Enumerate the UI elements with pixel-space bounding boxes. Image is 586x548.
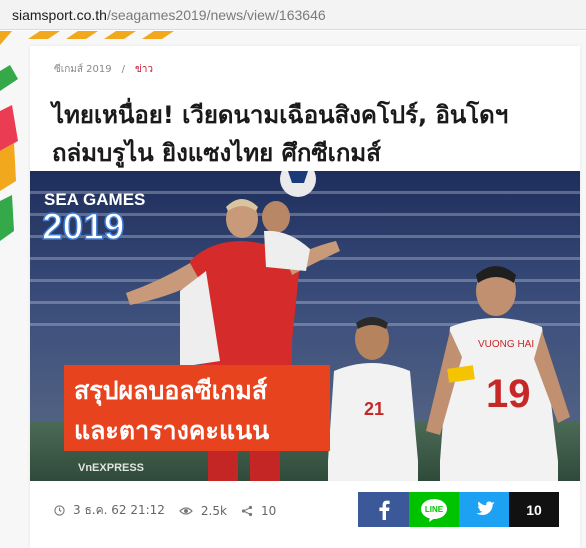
url-path: /seagames2019/news/view/163646 (106, 6, 326, 23)
jersey-number-21: 21 (364, 399, 384, 419)
jersey-name: VUONG HAI (478, 339, 534, 350)
breadcrumb-section-link[interactable]: ซีเกมส์ 2019 (54, 62, 112, 77)
address-bar[interactable]: siamsport.co.th/seagames2019/news/view/1… (0, 0, 586, 30)
share-icon (241, 505, 253, 517)
clock-icon (54, 505, 65, 516)
share-bar: LINE 10 (358, 492, 559, 527)
share-total-count: 10 (509, 492, 559, 527)
jersey-number-19: 19 (486, 372, 531, 416)
banner-line1: สรุปผลบอลซีเกมส์ (74, 376, 268, 407)
article-meta: 3 ธ.ค. 62 21:12 2.5k 10 (54, 501, 290, 520)
twitter-share-button[interactable] (459, 492, 509, 527)
article-title: ไทยเหนื่อย! เวียดนามเฉือนสิงคโปร์, อินโด… (52, 96, 572, 172)
publish-date: 3 ธ.ค. 62 21:12 (73, 503, 165, 517)
breadcrumb-category-link[interactable]: ข่าว (135, 62, 153, 77)
source-watermark: VnEXPRESS (78, 462, 144, 474)
url-host: siamsport.co.th (12, 6, 107, 23)
hero-image[interactable]: 21 VUONG HAI 19 SEA GAMES 2019 สรุปผลบอล… (30, 171, 580, 481)
eye-icon (179, 506, 193, 516)
article-title-line2: ถล่มบรูไน ยิงแซงไทย ศึกซีเกมส์ (52, 139, 381, 167)
facebook-icon (378, 500, 390, 520)
article-card: ซีเกมส์ 2019 / ข่าว ไทยเหนื่อย! เวียดนาม… (30, 46, 580, 548)
banner-line2: และตารางคะแนน (74, 416, 269, 445)
twitter-icon (476, 501, 495, 515)
line-label: LINE (425, 505, 444, 514)
logo-year: 2019 (42, 206, 124, 247)
headline-banner: สรุปผลบอลซีเกมส์ และตารางคะแนน (64, 365, 330, 451)
line-icon: LINE (421, 498, 447, 522)
facebook-share-button[interactable] (358, 492, 409, 527)
line-share-button[interactable]: LINE (409, 492, 459, 527)
article-title-line1: ไทยเหนื่อย! เวียดนามเฉือนสิงคโปร์, อินโด… (52, 101, 509, 129)
breadcrumb-separator: / (121, 64, 125, 75)
breadcrumb: ซีเกมส์ 2019 / ข่าว (54, 62, 153, 77)
view-count: 2.5k (200, 503, 227, 518)
share-count: 10 (260, 503, 277, 518)
